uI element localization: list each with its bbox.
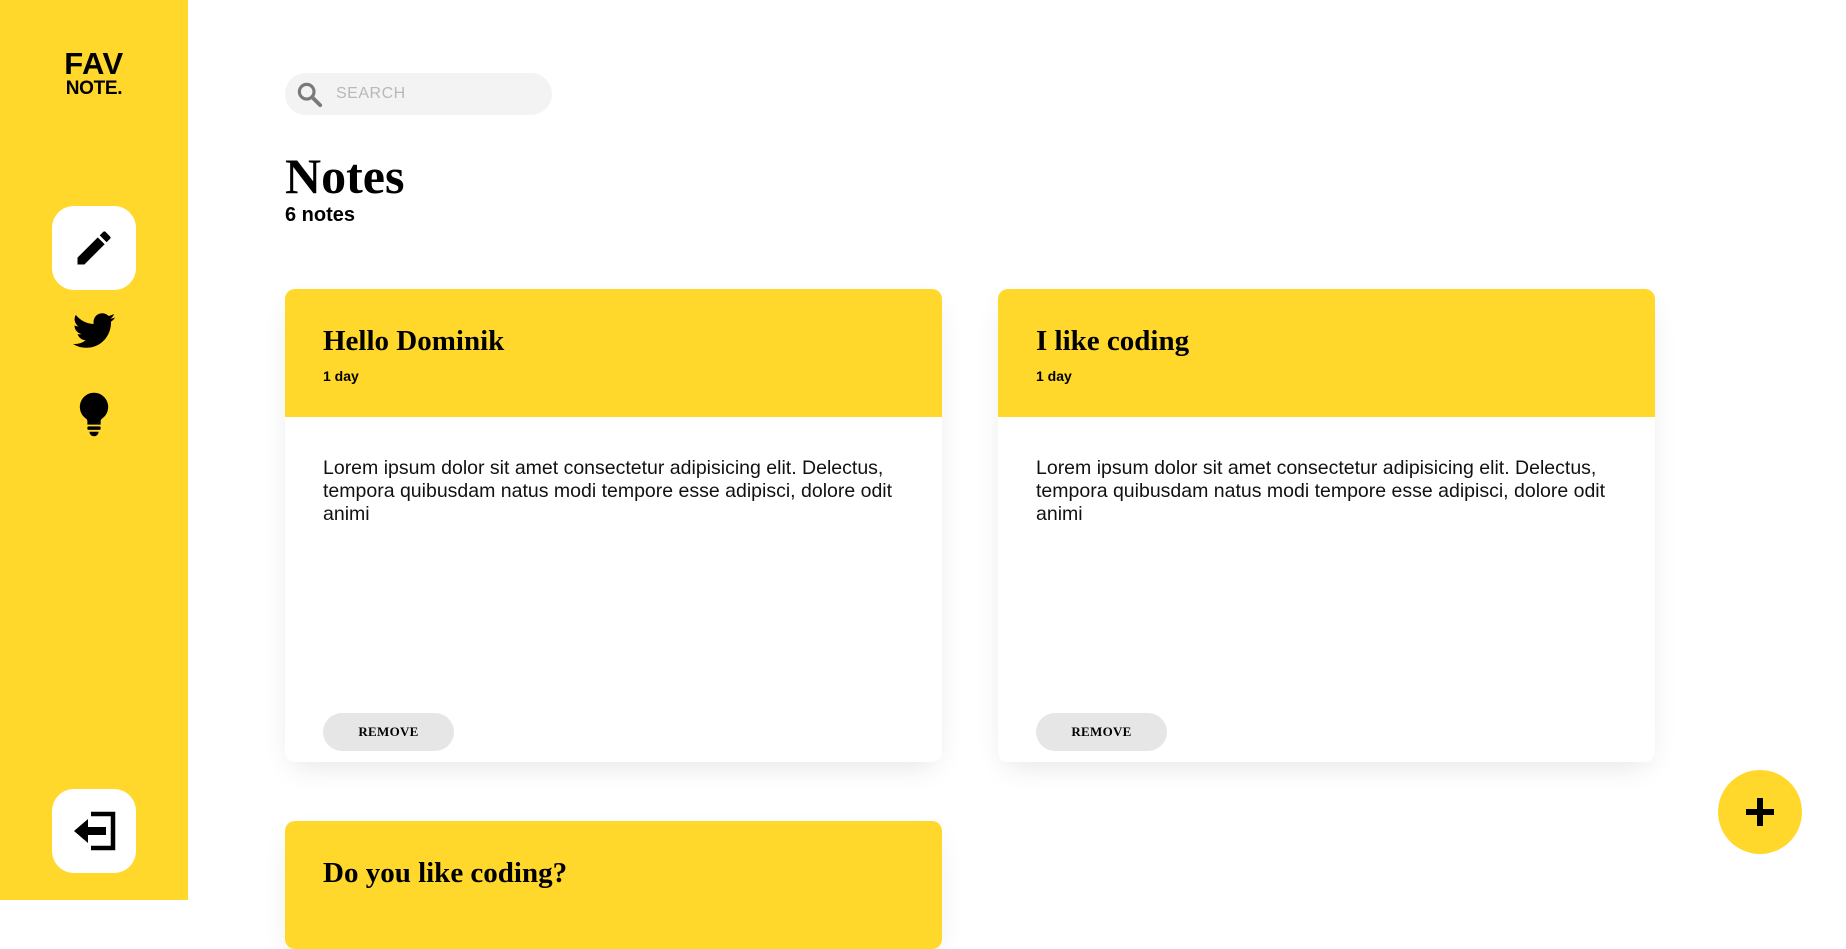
lightbulb-icon <box>79 392 109 437</box>
note-date: 1 day <box>323 368 359 384</box>
note-card[interactable]: Do you like coding? <box>285 821 942 949</box>
notes-count: 6 notes <box>285 204 356 226</box>
note-title: Do you like coding? <box>323 857 568 889</box>
sidebar-item-twitters[interactable] <box>52 288 136 372</box>
note-card-body: Lorem ipsum dolor sit amet consectetur a… <box>285 417 942 762</box>
note-card-header: Hello Dominik 1 day <box>285 289 942 417</box>
note-text: Lorem ipsum dolor sit amet consectetur a… <box>1036 457 1606 525</box>
remove-button[interactable]: REMOVE <box>1036 713 1167 751</box>
note-card-header: Do you like coding? <box>285 821 942 949</box>
logo-line-1: FAV <box>64 46 124 81</box>
logo-line-2: NOTE. <box>65 78 123 99</box>
plus-icon <box>1746 798 1774 826</box>
logout-icon <box>74 811 116 851</box>
logout-button[interactable] <box>52 789 136 873</box>
note-card-body: Lorem ipsum dolor sit amet consectetur a… <box>998 417 1655 762</box>
note-card[interactable]: I like coding 1 day Lorem ipsum dolor si… <box>998 289 1655 762</box>
search-bar[interactable] <box>285 73 552 115</box>
note-title: Hello Dominik <box>323 325 505 357</box>
search-icon <box>297 82 323 108</box>
add-note-button[interactable] <box>1718 770 1802 854</box>
pencil-icon <box>77 231 111 265</box>
search-input[interactable] <box>334 73 539 115</box>
note-card[interactable]: Hello Dominik 1 day Lorem ipsum dolor si… <box>285 289 942 762</box>
sidebar-item-notes[interactable] <box>52 206 136 290</box>
page-title: Notes <box>285 148 405 204</box>
note-text: Lorem ipsum dolor sit amet consectetur a… <box>323 457 893 525</box>
note-date: 1 day <box>1036 368 1072 384</box>
app-logo[interactable]: FAV NOTE. <box>0 48 188 98</box>
note-title: I like coding <box>1036 325 1190 357</box>
sidebar: FAV NOTE. <box>0 0 188 900</box>
twitter-icon <box>72 313 116 348</box>
sidebar-item-articles[interactable] <box>52 372 136 456</box>
remove-button[interactable]: REMOVE <box>323 713 454 751</box>
note-card-header: I like coding 1 day <box>998 289 1655 417</box>
